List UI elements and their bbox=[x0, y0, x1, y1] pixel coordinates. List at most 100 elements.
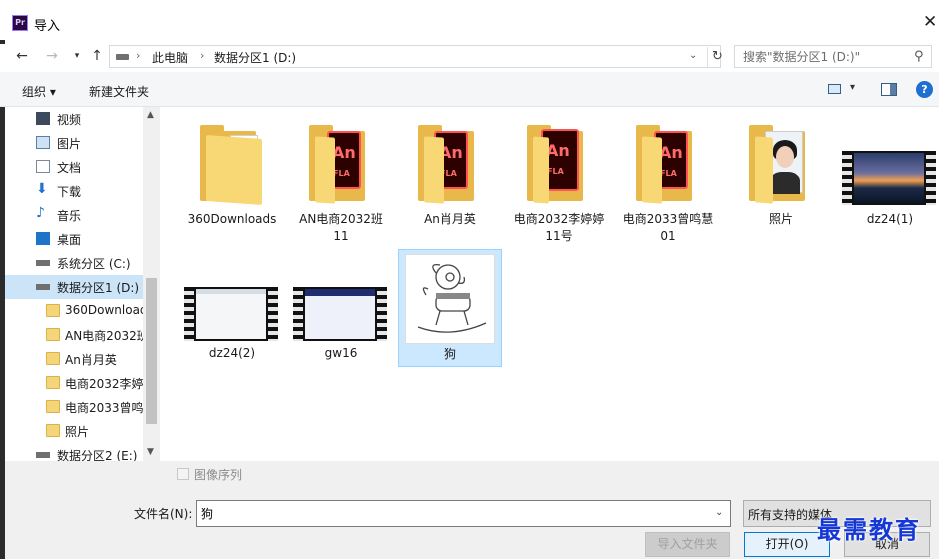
sidebar-item-drive-d[interactable]: 数据分区1 (D:) bbox=[5, 275, 145, 299]
sidebar-item-desktop[interactable]: 桌面 bbox=[5, 227, 145, 251]
sidebar-item-downloads[interactable]: ⬇ 下载 bbox=[5, 179, 145, 203]
forward-arrow-icon[interactable]: → bbox=[43, 47, 61, 65]
sidebar-item-drive-c[interactable]: 系统分区 (C:) bbox=[5, 251, 145, 275]
breadcrumb-drive-d[interactable]: 数据分区1 (D:) bbox=[214, 49, 296, 66]
file-item-video[interactable]: dz24(2) bbox=[180, 253, 284, 365]
file-list-view[interactable]: 360Downloads An FLA AN电商2032班 11 An FLA An… bbox=[160, 107, 939, 461]
folder-icon bbox=[46, 424, 60, 437]
help-icon[interactable]: ? bbox=[916, 81, 933, 98]
video-icon bbox=[36, 112, 50, 125]
animate-folder-icon: An FLA bbox=[636, 125, 700, 204]
document-icon bbox=[36, 160, 50, 173]
breadcrumb-this-pc[interactable]: 此电脑 bbox=[152, 49, 188, 66]
preview-pane-icon[interactable] bbox=[881, 83, 897, 96]
file-item-video[interactable]: dz24(1) bbox=[838, 117, 939, 247]
sidebar-item-music[interactable]: ♪ 音乐 bbox=[5, 203, 145, 227]
folder-icon bbox=[46, 352, 60, 365]
file-item-folder[interactable]: 照片 bbox=[729, 117, 833, 247]
search-icon[interactable]: ⚲ bbox=[914, 49, 924, 64]
file-name-line1: 电商2032李婷婷 bbox=[513, 212, 605, 226]
animate-folder-icon: An FLA bbox=[527, 125, 591, 204]
file-item-folder[interactable]: An FLA AN电商2032班 11 bbox=[289, 117, 393, 247]
video-thumbnail bbox=[842, 151, 936, 205]
folder-icon bbox=[46, 400, 60, 413]
sidebar-item-pictures[interactable]: 图片 bbox=[5, 131, 145, 155]
download-arrow-icon: ⬇ bbox=[36, 181, 48, 197]
folder-icon bbox=[200, 125, 264, 205]
file-name: 狗 bbox=[443, 347, 456, 361]
file-name: 360Downloads bbox=[187, 212, 277, 226]
recent-locations-chevron-icon[interactable]: ▾ bbox=[68, 47, 86, 65]
video-thumbnail bbox=[293, 287, 387, 341]
scroll-down-icon[interactable]: ▼ bbox=[147, 447, 154, 457]
dog-drawing-icon bbox=[417, 264, 487, 333]
sidebar-item-360downloads[interactable]: 360Downloads bbox=[5, 299, 145, 323]
search-box[interactable]: ⚲ bbox=[734, 45, 932, 68]
filename-combobox[interactable]: ⌄ bbox=[196, 500, 731, 527]
animate-folder-icon: An FLA bbox=[309, 125, 373, 204]
file-item-folder[interactable]: An FLA 电商2032李婷婷 11号 bbox=[507, 117, 611, 247]
filename-label: 文件名(N): bbox=[134, 507, 193, 521]
window-title: 导入 bbox=[34, 19, 61, 34]
file-name-line1: 电商2033曾鸣慧 bbox=[622, 212, 714, 226]
file-item-video[interactable]: gw16 bbox=[289, 253, 393, 365]
up-arrow-icon[interactable]: ↑ bbox=[88, 47, 106, 65]
image-sequence-label: 图像序列 bbox=[194, 468, 243, 482]
file-name-line2: 11号 bbox=[545, 229, 573, 243]
image-thumbnail bbox=[405, 254, 495, 344]
breadcrumb-separator-icon: › bbox=[136, 49, 141, 62]
file-name-line2: 11 bbox=[333, 229, 349, 243]
folder-icon bbox=[46, 328, 60, 341]
sidebar-item-photos[interactable]: 照片 bbox=[5, 419, 145, 443]
premiere-app-icon: Pr bbox=[12, 15, 28, 31]
drive-icon bbox=[36, 452, 50, 458]
close-icon[interactable]: ✕ bbox=[923, 12, 937, 32]
new-folder-button[interactable]: 新建文件夹 bbox=[89, 83, 149, 100]
file-name-line1: AN电商2032班 bbox=[299, 212, 383, 226]
sidebar-item-drive-e[interactable]: 数据分区2 (E:) bbox=[5, 443, 145, 461]
sidebar-item-ds2032[interactable]: 电商2032李婷婷 bbox=[5, 371, 145, 395]
filename-dropdown-icon[interactable]: ⌄ bbox=[715, 507, 723, 518]
file-name: An肖月英 bbox=[424, 212, 476, 226]
desktop-icon bbox=[36, 232, 50, 245]
file-item-folder[interactable]: An FLA An肖月英 bbox=[398, 117, 502, 247]
system-drive-icon bbox=[36, 260, 50, 266]
view-options-icon[interactable] bbox=[828, 84, 841, 94]
address-bar[interactable]: › 此电脑 › 数据分区1 (D:) ⌄ ↻ bbox=[109, 45, 723, 68]
video-thumbnail bbox=[184, 287, 278, 341]
file-name: gw16 bbox=[324, 346, 358, 360]
animate-folder-icon: An FLA bbox=[418, 125, 482, 204]
scroll-up-icon[interactable]: ▲ bbox=[147, 110, 154, 120]
refresh-icon[interactable]: ↻ bbox=[707, 47, 727, 67]
sidebar-item-videos[interactable]: 视频 bbox=[5, 107, 145, 131]
drive-icon bbox=[36, 284, 50, 290]
sidebar-item-an2032[interactable]: AN电商2032班 bbox=[5, 323, 145, 347]
back-arrow-icon[interactable]: ← bbox=[13, 47, 31, 65]
organize-button[interactable]: 组织 ▾ bbox=[22, 83, 56, 100]
file-name: dz24(1) bbox=[866, 212, 914, 226]
navigation-pane[interactable]: 视频 图片 文档 ⬇ 下载 ♪ 音乐 桌面 系统分区 (C:) 数据分区1 (D… bbox=[5, 107, 160, 461]
command-toolbar: 组织 ▾ 新建文件夹 bbox=[0, 72, 939, 107]
sidebar-item-documents[interactable]: 文档 bbox=[5, 155, 145, 179]
file-item-image-selected[interactable]: 狗 bbox=[398, 249, 502, 367]
music-note-icon: ♪ bbox=[36, 205, 45, 221]
title-bar: Pr 导入 ✕ bbox=[0, 0, 939, 44]
file-name-line2: 01 bbox=[660, 229, 676, 243]
picture-icon bbox=[36, 136, 50, 149]
photo-folder-icon bbox=[749, 125, 813, 204]
view-dropdown-icon[interactable]: ▾ bbox=[850, 82, 855, 93]
search-input[interactable] bbox=[735, 46, 905, 67]
folder-icon bbox=[46, 304, 60, 317]
image-sequence-checkbox[interactable] bbox=[177, 468, 189, 480]
sidebar-item-ds2033[interactable]: 电商2033曾鸣慧 bbox=[5, 395, 145, 419]
drive-icon bbox=[116, 54, 129, 60]
import-folder-button[interactable]: 导入文件夹 bbox=[645, 532, 730, 557]
file-item-folder[interactable]: An FLA 电商2033曾鸣慧 01 bbox=[616, 117, 720, 247]
file-item-folder[interactable]: 360Downloads bbox=[180, 117, 284, 247]
scrollbar-thumb[interactable] bbox=[146, 278, 157, 424]
watermark-text: 最需教育 bbox=[817, 515, 921, 544]
file-name: dz24(2) bbox=[208, 346, 256, 360]
filename-input[interactable] bbox=[197, 501, 697, 526]
address-dropdown-icon[interactable]: ⌄ bbox=[689, 50, 697, 61]
sidebar-item-an-xiaoyueying[interactable]: An肖月英 bbox=[5, 347, 145, 371]
